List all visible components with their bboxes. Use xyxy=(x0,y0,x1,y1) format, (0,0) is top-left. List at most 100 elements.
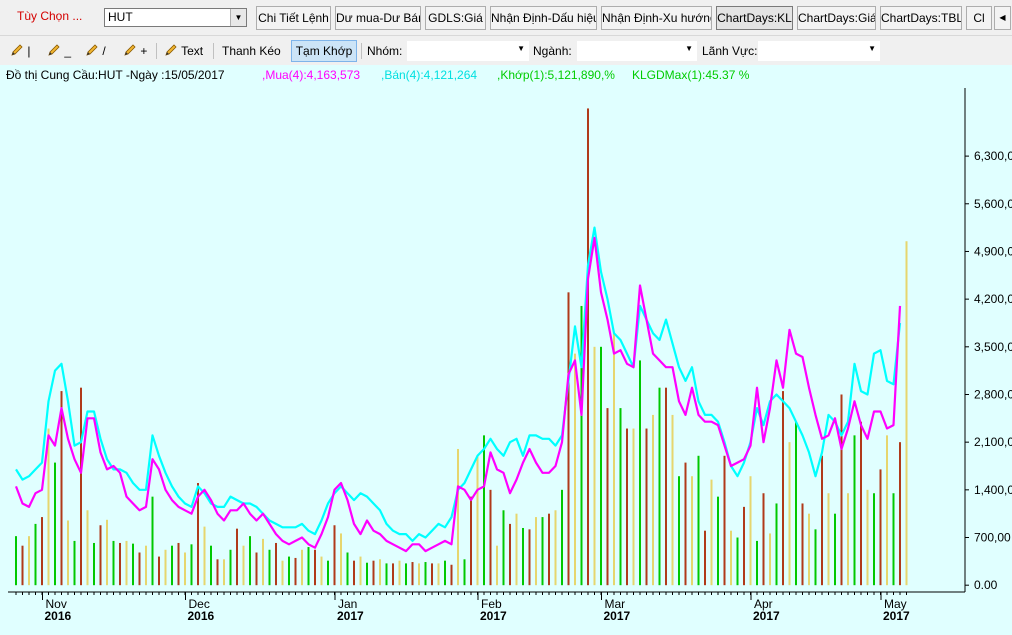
y-axis-ticks: 0.00 700,00 1,400,00 2,100,00 2,800,00 3,500,… xyxy=(965,149,1012,592)
volume-bar xyxy=(626,428,628,586)
volume-bar xyxy=(34,523,37,586)
volume-bar xyxy=(340,533,342,586)
volume-bar xyxy=(463,559,466,586)
year-label: 2017 xyxy=(337,609,364,623)
volume-bar xyxy=(743,506,745,586)
volume-bar xyxy=(606,408,609,586)
volume-bar xyxy=(892,493,895,586)
volume-bar xyxy=(678,476,680,586)
y-tick-label: 0.00 xyxy=(974,578,998,592)
volume-bar xyxy=(93,542,95,586)
volume-bar xyxy=(372,560,375,586)
volume-bar xyxy=(639,360,641,586)
volume-bar xyxy=(834,513,836,586)
volume-bar xyxy=(379,559,381,586)
volume-bars xyxy=(15,108,908,586)
year-label: 2017 xyxy=(883,609,910,623)
volume-bar xyxy=(164,549,167,586)
y-tick-label: 5,600,00 xyxy=(974,197,1012,211)
volume-bar xyxy=(86,510,89,586)
volume-bar xyxy=(587,108,589,586)
volume-bar xyxy=(405,563,407,586)
volume-bar xyxy=(99,525,102,586)
volume-bar xyxy=(158,556,160,586)
volume-bar xyxy=(522,527,524,586)
volume-bar xyxy=(574,353,576,586)
volume-bar xyxy=(814,529,817,586)
y-tick-label: 2,800,00 xyxy=(974,387,1012,401)
volume-bar xyxy=(398,560,401,586)
volume-bar xyxy=(788,442,791,586)
volume-bar xyxy=(210,545,212,586)
volume-bar xyxy=(21,545,24,586)
volume-bar xyxy=(106,519,108,586)
volume-bar xyxy=(112,540,115,586)
volume-bar xyxy=(658,387,661,586)
volume-bar xyxy=(756,540,758,586)
volume-bar xyxy=(528,529,531,586)
year-label: 2016 xyxy=(45,609,72,623)
y-tick-label: 4,200,00 xyxy=(974,292,1012,306)
volume-bar xyxy=(905,241,908,586)
volume-bar xyxy=(67,520,69,586)
volume-bar xyxy=(138,552,141,586)
volume-bar xyxy=(821,455,823,586)
volume-bar xyxy=(275,542,277,586)
y-tick-label: 1,400,00 xyxy=(974,483,1012,497)
volume-bar xyxy=(320,556,323,586)
volume-bar xyxy=(184,552,186,586)
volume-bar xyxy=(470,496,472,586)
volume-bar xyxy=(665,387,667,586)
volume-bar xyxy=(782,391,784,586)
volume-bar xyxy=(424,562,427,586)
volume-bar xyxy=(392,563,394,586)
volume-bar xyxy=(450,564,453,586)
volume-bar xyxy=(190,544,193,586)
volume-bar xyxy=(418,563,420,586)
volume-bar xyxy=(307,547,310,586)
volume-bar xyxy=(73,540,76,586)
volume-bar xyxy=(671,414,674,586)
supply-demand-chart[interactable]: 0.00 700,00 1,400,00 2,100,00 2,800,00 3,500,… xyxy=(0,0,1012,635)
volume-bar xyxy=(697,455,700,586)
volume-bar xyxy=(548,513,550,586)
y-tick-label: 3,500,00 xyxy=(974,340,1012,354)
volume-bar xyxy=(125,540,128,586)
volume-bar xyxy=(535,517,537,586)
volume-bar xyxy=(249,536,251,586)
volume-bar xyxy=(47,428,50,586)
volume-bar xyxy=(223,559,225,586)
y-tick-label: 6,300,00 xyxy=(974,149,1012,163)
y-tick-label: 700,00 xyxy=(974,531,1011,545)
legend-mua: ,Mua(4):4,163,573 xyxy=(262,68,361,82)
volume-bar xyxy=(333,525,336,586)
volume-bar xyxy=(749,476,752,586)
volume-bar xyxy=(41,517,43,586)
volume-bar xyxy=(502,510,505,586)
volume-bar xyxy=(80,387,82,586)
volume-bar xyxy=(847,493,849,586)
chart-title: Đồ thị Cung Cầu:HUT -Ngày :15/05/2017 xyxy=(6,68,225,82)
y-tick-label: 2,100,00 xyxy=(974,435,1012,449)
volume-bar xyxy=(242,545,245,586)
volume-bar xyxy=(554,510,557,586)
legend-ban: ,Bán(4):4,121,264 xyxy=(381,68,478,82)
volume-bar xyxy=(301,549,303,586)
volume-bar xyxy=(899,442,901,586)
volume-bar xyxy=(483,435,485,586)
volume-bar xyxy=(717,496,719,586)
volume-bar xyxy=(366,562,368,586)
volume-bar xyxy=(327,560,329,586)
volume-bar xyxy=(119,542,121,586)
volume-bar xyxy=(145,545,147,586)
volume-bar xyxy=(704,530,706,586)
volume-bar xyxy=(853,435,856,586)
volume-bar xyxy=(684,462,687,586)
volume-bar xyxy=(444,560,446,586)
volume-bar xyxy=(866,489,869,586)
volume-bar xyxy=(827,493,830,586)
volume-bar xyxy=(775,503,778,586)
volume-bar xyxy=(255,552,258,586)
volume-bar xyxy=(879,469,882,586)
volume-bar xyxy=(281,560,284,586)
